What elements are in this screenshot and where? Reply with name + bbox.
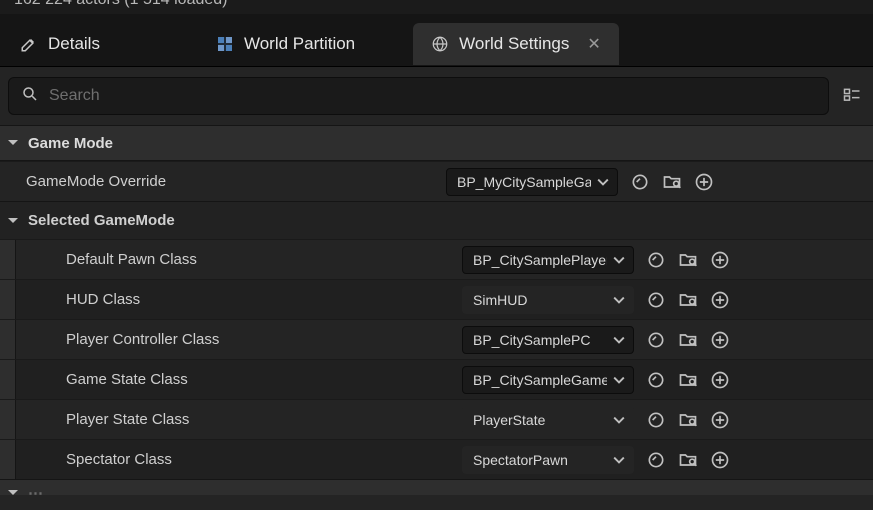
browse-icon[interactable] xyxy=(676,328,700,352)
label-text: Spectator Class xyxy=(66,451,172,468)
browse-icon[interactable] xyxy=(676,288,700,312)
chevron-down-icon xyxy=(613,374,625,386)
reset-icon[interactable] xyxy=(644,288,668,312)
category-lights[interactable]: ⋯ xyxy=(0,479,873,495)
tab-world-partition[interactable]: World Partition xyxy=(198,23,373,65)
chevron-down-icon xyxy=(597,176,609,188)
row-gutter xyxy=(0,240,16,279)
row-gutter xyxy=(0,440,16,479)
row-gutter xyxy=(0,400,16,439)
browse-icon[interactable] xyxy=(676,248,700,272)
tab-label: World Settings xyxy=(459,34,569,54)
add-new-icon[interactable] xyxy=(708,448,732,472)
label-text: Player Controller Class xyxy=(66,331,219,348)
dropdown-player-state[interactable]: PlayerState xyxy=(462,406,634,434)
chevron-down-icon xyxy=(613,454,625,466)
dropdown-spectator[interactable]: SpectatorPawn xyxy=(462,446,634,474)
search-box[interactable] xyxy=(8,77,829,115)
subcategory-selected-gamemode[interactable]: Selected GameMode xyxy=(0,201,873,239)
world-settings-panel: Game Mode GameMode Override BP_MyCitySam… xyxy=(0,66,873,510)
chevron-down-icon xyxy=(613,254,625,266)
prop-label: Game State Class xyxy=(16,371,462,388)
dropdown-hud-class[interactable]: SimHUD xyxy=(462,286,634,314)
reset-icon[interactable] xyxy=(644,408,668,432)
prop-label: Default Pawn Class xyxy=(16,251,462,268)
category-label: ⋯ xyxy=(28,484,43,496)
dropdown-value: BP_MyCitySampleGameMode xyxy=(457,174,591,190)
dropdown-value: BP_CitySamplePlayer xyxy=(473,252,607,268)
row-gutter xyxy=(0,360,16,399)
dropdown-gamemode-override[interactable]: BP_MyCitySampleGameMode xyxy=(446,168,618,196)
disclosure-down-icon xyxy=(6,136,20,150)
chevron-down-icon xyxy=(613,414,625,426)
row-gutter xyxy=(0,320,16,359)
browse-icon[interactable] xyxy=(676,368,700,392)
row-default-pawn: Default Pawn Class BP_CitySamplePlayer xyxy=(0,239,873,279)
close-icon[interactable]: ✕ xyxy=(587,34,600,54)
dropdown-value: BP_CitySampleGameState xyxy=(473,372,607,388)
add-new-icon[interactable] xyxy=(708,408,732,432)
chevron-down-icon xyxy=(613,294,625,306)
settings-grid-icon[interactable] xyxy=(839,83,865,109)
label-text: GameMode Override xyxy=(26,173,166,190)
prop-label: Spectator Class xyxy=(16,451,462,468)
dropdown-default-pawn[interactable]: BP_CitySamplePlayer xyxy=(462,246,634,274)
row-spectator: Spectator Class SpectatorPawn xyxy=(0,439,873,479)
search-input[interactable] xyxy=(49,87,816,105)
status-bar: 162 224 actors (1 514 loaded) xyxy=(0,0,873,14)
category-game-mode[interactable]: Game Mode xyxy=(0,125,873,161)
dropdown-value: BP_CitySamplePC xyxy=(473,332,607,348)
browse-icon[interactable] xyxy=(676,408,700,432)
label-text: Default Pawn Class xyxy=(66,251,197,268)
dropdown-value: SpectatorPawn xyxy=(473,452,607,468)
row-gutter xyxy=(0,280,16,319)
prop-label: HUD Class xyxy=(16,291,462,308)
add-new-icon[interactable] xyxy=(708,248,732,272)
search-icon xyxy=(21,85,39,107)
label-text: HUD Class xyxy=(66,291,140,308)
tab-details[interactable]: Details xyxy=(2,23,118,65)
reset-icon[interactable] xyxy=(644,328,668,352)
search-row xyxy=(0,67,873,125)
reset-icon[interactable] xyxy=(628,170,652,194)
prop-label: Player State Class xyxy=(16,411,462,428)
browse-icon[interactable] xyxy=(660,170,684,194)
tab-strip: Details World Partition World Settings ✕ xyxy=(0,22,873,66)
prop-label: GameMode Override xyxy=(0,173,446,190)
dropdown-game-state[interactable]: BP_CitySampleGameState xyxy=(462,366,634,394)
dropdown-value: SimHUD xyxy=(473,292,607,308)
label-text: Player State Class xyxy=(66,411,189,428)
subcategory-label: Selected GameMode xyxy=(28,212,175,229)
prop-label: Player Controller Class xyxy=(16,331,462,348)
actor-count-text: 162 224 actors (1 514 loaded) xyxy=(14,0,227,8)
disclosure-down-icon xyxy=(6,214,20,228)
row-player-state: Player State Class PlayerState xyxy=(0,399,873,439)
row-player-controller: Player Controller Class BP_CitySamplePC xyxy=(0,319,873,359)
add-new-icon[interactable] xyxy=(692,170,716,194)
add-new-icon[interactable] xyxy=(708,368,732,392)
dropdown-value: PlayerState xyxy=(473,412,607,428)
row-gamemode-override: GameMode Override BP_MyCitySampleGameMod… xyxy=(0,161,873,201)
chevron-down-icon xyxy=(613,334,625,346)
globe-icon xyxy=(431,35,449,53)
reset-icon[interactable] xyxy=(644,248,668,272)
reset-icon[interactable] xyxy=(644,368,668,392)
row-hud-class: HUD Class SimHUD xyxy=(0,279,873,319)
grid-icon xyxy=(216,35,234,53)
dropdown-player-controller[interactable]: BP_CitySamplePC xyxy=(462,326,634,354)
pencil-ruler-icon xyxy=(20,35,38,53)
tab-label: World Partition xyxy=(244,34,355,54)
label-text: Game State Class xyxy=(66,371,188,388)
add-new-icon[interactable] xyxy=(708,328,732,352)
tab-world-settings[interactable]: World Settings ✕ xyxy=(413,23,619,65)
disclosure-down-icon xyxy=(6,486,20,496)
category-label: Game Mode xyxy=(28,135,113,152)
browse-icon[interactable] xyxy=(676,448,700,472)
reset-icon[interactable] xyxy=(644,448,668,472)
add-new-icon[interactable] xyxy=(708,288,732,312)
row-game-state: Game State Class BP_CitySampleGameState xyxy=(0,359,873,399)
tab-label: Details xyxy=(48,34,100,54)
